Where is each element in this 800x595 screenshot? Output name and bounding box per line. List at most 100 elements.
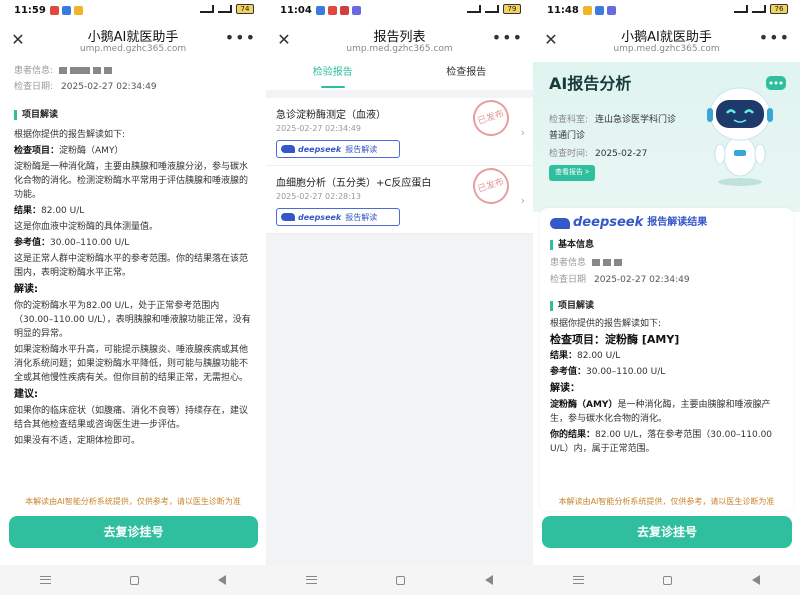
deepseek-result-header: deepseek 报告解读结果 (550, 216, 783, 230)
reference-row: 参考值：30.00–110.00 U/L (550, 365, 783, 379)
ai-analysis-hero: AI报告分析 检查科室: 连山急诊医学科门诊 普通门诊 检查时间: 2025-02-… (533, 62, 800, 212)
home-icon[interactable] (129, 575, 139, 585)
more-icon[interactable]: ••• (759, 28, 790, 47)
ai-report-analysis-screen: 11:48 76 ✕ 小鹅AI就医助手 ump.med.gzhc365.com … (533, 0, 800, 595)
title-bar: ✕ 小鹅AI就医助手 ump.med.gzhc365.com ••• (0, 22, 266, 62)
deepseek-brand: deepseek (298, 212, 342, 222)
result-label: 结果： (550, 351, 578, 361)
status-time: 11:04 (280, 5, 312, 16)
app-notification-icon (352, 6, 361, 15)
item-row: 检查项目：淀粉酶（AMY） (14, 144, 252, 158)
reference-label: 参考值： (550, 367, 587, 377)
redacted-block (92, 67, 101, 74)
deepseek-brand: deepseek (573, 215, 644, 230)
back-icon[interactable] (218, 575, 227, 585)
your-result-paragraph: 你的结果：82.00 U/L，落在参考范围（30.00–110.00 U/L）内… (550, 428, 783, 456)
reference-value: 30.00–110.00 U/L (586, 367, 666, 377)
status-bar: 11:48 76 (533, 0, 800, 22)
hero-title: AI报告分析 (549, 74, 632, 93)
published-stamp: 已发布 (468, 95, 514, 141)
check-date-row: 检查日期: 2025-02-27 02:34:49 (14, 80, 252, 94)
result-value: 82.00 U/L (577, 351, 621, 361)
check-date-value: 2025-02-27 02:34:49 (594, 275, 690, 285)
more-icon[interactable]: ••• (225, 28, 256, 47)
clinic-value: 普通门诊 (549, 131, 586, 141)
system-icons: 76 (734, 4, 788, 14)
item-row: 检查项目：淀粉酶 [AMY] (550, 333, 783, 347)
revisit-register-button[interactable]: 去复诊挂号 (542, 516, 792, 548)
basic-info-title: 基本信息 (550, 240, 783, 250)
disclaimer-text: 本解读由AI智能分析系统提供，仅供参考，请以医生诊断为准 (25, 497, 241, 506)
app-notification-icon (62, 6, 71, 15)
signal-icon (467, 5, 481, 13)
interpretation-paragraph: 你的淀粉酶水平为82.00 U/L，处于正常参考范围内（30.00–110.00… (14, 301, 251, 339)
report-item[interactable]: 急诊淀粉酶测定（血液） 2025-02-27 02:34:49 已发布 deep… (266, 95, 533, 166)
report-tabs: 检验报告 检查报告 (266, 62, 533, 90)
back-icon[interactable] (485, 575, 494, 585)
notification-icons (316, 6, 361, 15)
interpretation-paragraph: 如果淀粉酶水平升高，可能提示胰腺炎、唾液腺疾病或其他消化系统问题；如果淀粉酶水平… (14, 345, 249, 383)
status-bar: 11:04 79 (266, 0, 533, 22)
notification-icons (583, 6, 616, 15)
dept-value: 连山急诊医学科门诊 (595, 115, 677, 125)
android-nav-bar (266, 565, 533, 595)
recents-icon[interactable] (305, 576, 317, 584)
result-row: 结果：82.00 U/L (14, 204, 252, 218)
reference-row: 参考值：30.00–110.00 U/L (14, 236, 252, 250)
title-bar: ✕ 报告列表 ump.med.gzhc365.com ••• (266, 22, 533, 62)
report-list: 急诊淀粉酶测定（血液） 2025-02-27 02:34:49 已发布 deep… (266, 95, 533, 234)
redacted-block (591, 259, 600, 266)
chevron-right-icon: › (520, 126, 525, 139)
tab-lab-reports[interactable]: 检验报告 (266, 62, 400, 90)
app-notification-icon (607, 6, 616, 15)
result-note: 这是你血液中淀粉酶的具体测量值。 (14, 222, 159, 232)
report-list-screen: 11:04 79 ✕ 报告列表 ump.med.gzhc365.com ••• … (266, 0, 533, 595)
interpretation-heading: 解读: (14, 284, 38, 295)
result-label: 结果： (14, 206, 42, 216)
redacted-block (602, 259, 611, 266)
status-bar: 11:59 74 (0, 0, 266, 22)
clinic-row: 普通门诊 (549, 128, 585, 141)
view-report-button[interactable]: 查看报告 > (549, 165, 596, 181)
android-nav-bar (533, 565, 800, 595)
interpret-label: 报告解读 (345, 144, 378, 154)
deepseek-interpret-button[interactable]: deepseek 报告解读 (276, 140, 400, 158)
item-description: 淀粉酶是一种消化酶，主要由胰腺和唾液腺分泌，参与碳水化合物的消化。检测淀粉酶水平… (14, 162, 249, 200)
section-title: 项目解读 (550, 301, 783, 311)
recents-icon[interactable] (572, 576, 584, 584)
deepseek-interpret-button[interactable]: deepseek 报告解读 (276, 208, 400, 226)
intro-text: 根据你提供的报告解读如下: (550, 319, 662, 329)
patient-info-row: 患者信息: (14, 64, 252, 78)
status-time: 11:59 (14, 5, 46, 16)
signal-icon (200, 5, 214, 13)
patient-info-label: 患者信息 (550, 258, 587, 268)
system-icons: 74 (200, 4, 254, 14)
recents-icon[interactable] (39, 576, 51, 584)
back-icon[interactable] (752, 575, 761, 585)
revisit-register-button[interactable]: 去复诊挂号 (9, 516, 258, 548)
time-row: 检查时间: 2025-02-27 (549, 146, 647, 159)
deepseek-brand: deepseek (298, 144, 342, 154)
app-notification-icon (583, 6, 592, 15)
app-notification-icon (316, 6, 325, 15)
report-item[interactable]: 血细胞分析（五分类）+C反应蛋白 2025-02-27 02:28:13 已发布… (266, 163, 533, 234)
robot-mascot-icon (707, 76, 786, 186)
battery-icon: 79 (503, 4, 521, 14)
signal-icon (734, 5, 748, 13)
item-value: 淀粉酶 [AMY] (605, 333, 680, 346)
redacted-block (103, 67, 112, 74)
interpretation-result-card: deepseek 报告解读结果 基本信息 患者信息 检查日期 2025-02-27… (540, 208, 793, 511)
title-bar: ✕ 小鹅AI就医助手 ump.med.gzhc365.com ••• (533, 22, 800, 62)
more-icon[interactable]: ••• (492, 28, 523, 47)
check-date-label: 检查日期 (550, 275, 587, 285)
home-icon[interactable] (396, 575, 406, 585)
tab-exam-reports[interactable]: 检查报告 (400, 62, 534, 90)
redacted-block (613, 259, 622, 266)
interpret-label: 报告解读 (345, 212, 378, 222)
app-notification-icon (328, 6, 337, 15)
item-label: 检查项目： (550, 333, 605, 346)
home-icon[interactable] (663, 575, 673, 585)
advice-heading: 建议: (14, 389, 38, 400)
battery-icon: 76 (770, 4, 788, 14)
your-result-label: 你的结果： (550, 430, 596, 440)
